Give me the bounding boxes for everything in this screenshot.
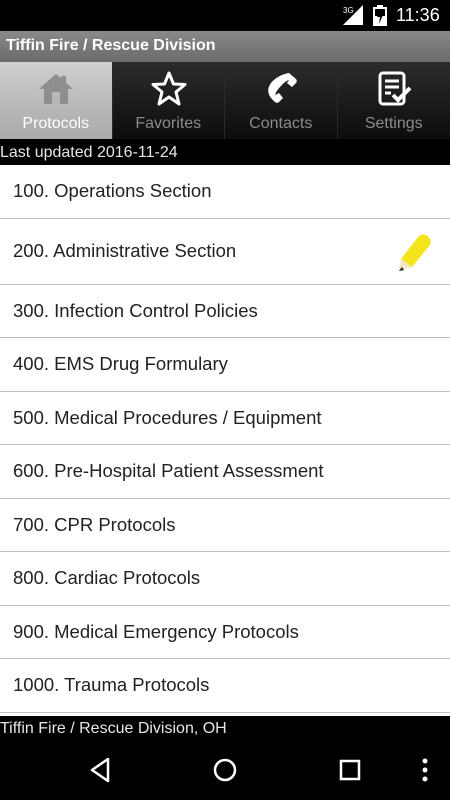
list-item-label: 200. Administrative Section (13, 240, 237, 261)
status-clock: 11:36 (396, 5, 440, 25)
tab-label: Protocols (22, 115, 90, 132)
tab-bar: Protocols Favorites Contacts Settings (0, 62, 450, 139)
edit-icon[interactable] (396, 231, 438, 273)
tab-label: Settings (364, 115, 423, 132)
list-item-label: 1000. Trauma Protocols (13, 674, 210, 696)
system-nav-bar (0, 741, 450, 800)
list-item[interactable]: 300. Infection Control Policies (0, 285, 450, 338)
last-updated-text: Last updated 2016-11-24 (0, 144, 178, 161)
tab-label: Contacts (249, 115, 313, 132)
tab-contacts[interactable]: Contacts (225, 62, 338, 139)
list-item-label: 400. EMS Drug Formulary (13, 353, 228, 375)
svg-text:3G: 3G (343, 6, 354, 15)
tab-favorites[interactable]: Favorites (112, 62, 225, 139)
list-item[interactable]: 100. Operations Section (0, 165, 450, 219)
list-item-label: 600. Pre-Hospital Patient Assessment (13, 460, 324, 482)
list-item[interactable]: 1000. Trauma Protocols (0, 659, 450, 713)
tab-label: Favorites (135, 115, 202, 132)
phone-icon (268, 73, 297, 103)
app-title-bar: Tiffin Fire / Rescue Division (0, 31, 450, 62)
recents-square-icon[interactable] (336, 756, 364, 784)
tab-settings[interactable]: Settings (337, 62, 450, 139)
star-icon (151, 71, 186, 106)
list-item[interactable]: 600. Pre-Hospital Patient Assessment (0, 445, 450, 499)
list-item-label: 300. Infection Control Policies (13, 299, 258, 321)
list-item[interactable]: 200. Administrative Section (0, 219, 450, 285)
list-item[interactable]: 700. CPR Protocols (0, 499, 450, 552)
footer-bar: Tiffin Fire / Rescue Division, OH (0, 716, 450, 741)
list-item-label: 100. Operations Section (13, 180, 212, 202)
home-circle-icon[interactable] (211, 756, 239, 784)
tab-protocols[interactable]: Protocols (0, 62, 113, 139)
cell-signal-icon: 3G (343, 5, 363, 25)
app-title: Tiffin Fire / Rescue Division (6, 37, 216, 54)
home-icon (39, 74, 73, 104)
footer-text: Tiffin Fire / Rescue Division, OH (0, 720, 227, 737)
protocol-list: 100. Operations Section 200. Administrat… (0, 165, 450, 716)
list-item-label: 800. Cardiac Protocols (13, 567, 201, 589)
list-item-label: 900. Medical Emergency Protocols (13, 620, 299, 642)
last-updated-bar: Last updated 2016-11-24 (0, 139, 450, 165)
list-item-label: 500. Medical Procedures / Equipment (13, 406, 322, 428)
list-item[interactable]: 500. Medical Procedures / Equipment (0, 392, 450, 445)
battery-icon (373, 5, 387, 26)
list-item[interactable]: 400. EMS Drug Formulary (0, 338, 450, 392)
list-item-label: 700. CPR Protocols (13, 513, 176, 535)
status-bar: 3G 11:36 (0, 0, 450, 31)
list-item[interactable]: 900. Medical Emergency Protocols (0, 606, 450, 659)
back-icon[interactable] (86, 756, 114, 784)
overflow-menu-icon[interactable] (411, 756, 439, 784)
settings-checklist-icon (378, 71, 411, 106)
list-item[interactable]: 800. Cardiac Protocols (0, 552, 450, 606)
